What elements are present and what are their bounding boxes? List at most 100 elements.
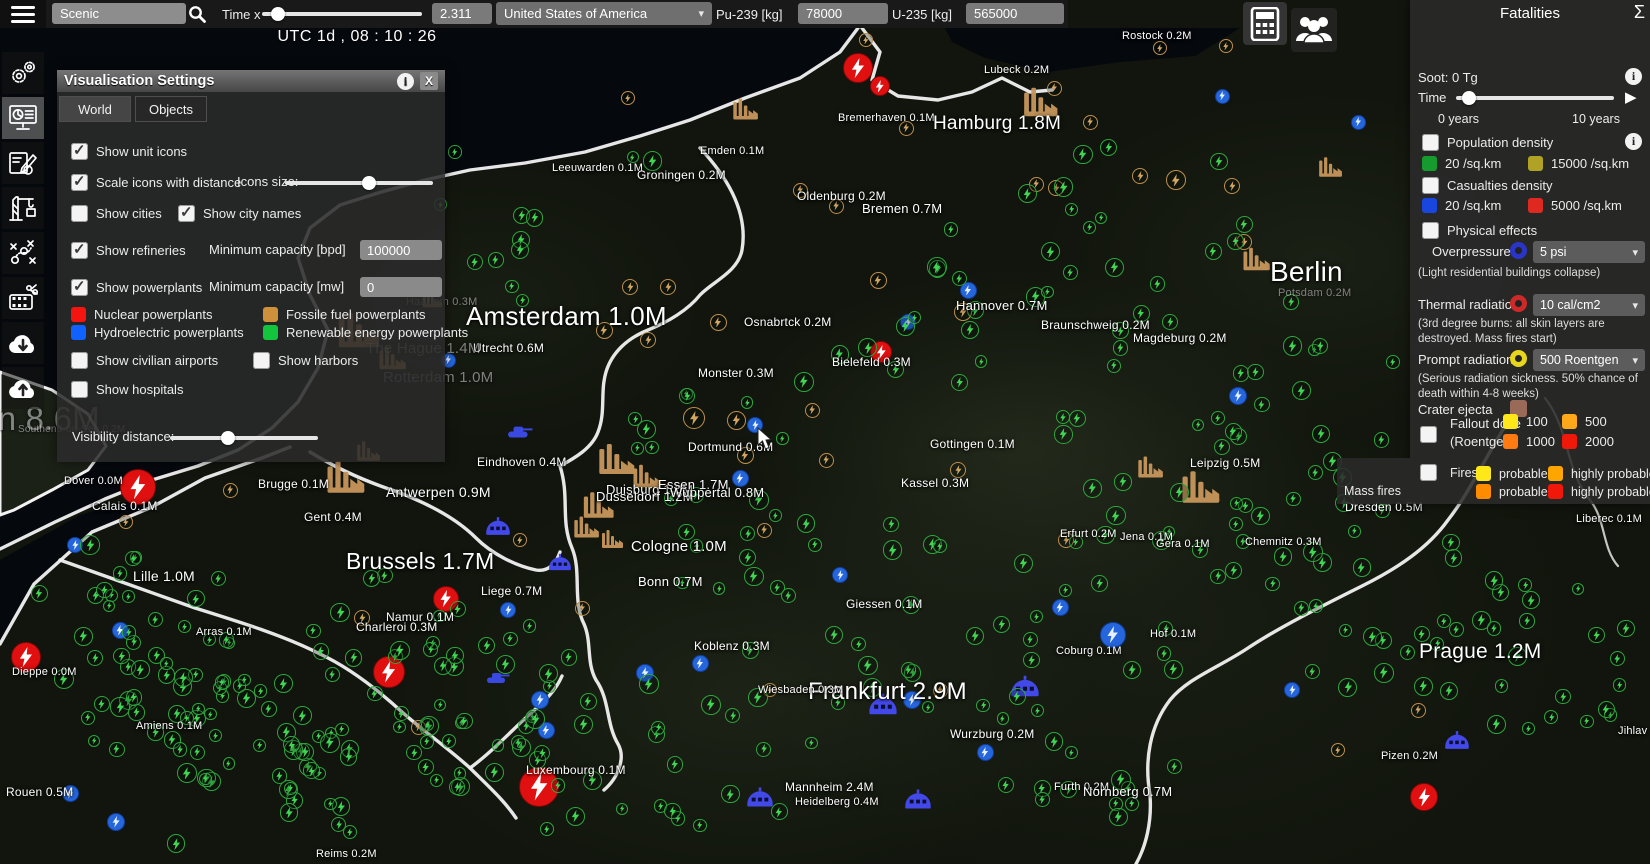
sidebar-item-statistics[interactable] [2,97,44,139]
close-button[interactable]: X [420,72,438,90]
panel-title: Visualisation Settings [64,73,214,89]
crater-ejecta-label: Crater ejecta [1418,402,1492,417]
visibility-distance-slider[interactable] [170,436,318,440]
population-info-button[interactable]: i [1625,133,1642,150]
search-button[interactable] [184,2,210,26]
mouse-cursor [757,427,774,451]
chevron-down-icon: ▾ [698,7,704,20]
pu239-input[interactable]: 78000 [798,3,888,24]
panel-titlebar[interactable]: Visualisation Settings i X [57,70,445,92]
calculator-icon [1250,7,1280,41]
fossil-color-swatch [263,307,278,322]
menu-button[interactable] [0,0,46,28]
time-max-label: 10 years [1572,112,1620,126]
mass-fires-highly-swatch [1548,484,1563,499]
fallout-2000: 2000 [1562,434,1614,449]
scale-icons-row: Scale icons with distance [71,174,241,191]
sigma-icon[interactable]: Σ [1634,2,1645,23]
show-cities-row: Show cities [71,205,162,222]
u235-input[interactable]: 565000 [966,3,1064,24]
cas-density-high: 5000 /sq.km [1528,198,1622,213]
sidebar-item-settings[interactable] [2,52,44,94]
fallout-1000: 1000 [1503,434,1555,449]
simulation-clock: UTC 1d , 08 : 10 : 26 [252,28,462,46]
mass-fires-highly-probable: highly probable [1548,484,1650,499]
tab-world[interactable]: World [59,96,131,122]
overpressure-select[interactable]: 5 psi▾ [1533,241,1645,263]
scale-icons-checkbox[interactable] [71,174,88,191]
visibility-distance-label: Visibility distance: [72,429,174,444]
min-mw-input[interactable]: 0 [360,277,442,297]
tab-objects[interactable]: Objects [135,96,207,122]
show-harbors-row: Show harbors [253,352,358,369]
time-multiplier-slider[interactable] [262,12,422,16]
film-scissors-icon [8,283,38,313]
plan-edit-icon [8,148,38,178]
pop-high-swatch [1528,156,1543,171]
sidebar-item-construction[interactable] [2,187,44,229]
prompt-radiation-select[interactable]: 500 Roentgen▾ [1533,349,1645,371]
min-bpd-input[interactable]: 100000 [360,240,442,260]
sidebar-item-video-editor[interactable] [2,277,44,319]
mass-fires-label: Mass fires [1344,484,1401,498]
fallout-500: 500 [1562,414,1607,429]
time-multiplier-value[interactable]: 2.311 [432,3,492,24]
show-hospitals-checkbox[interactable] [71,381,88,398]
legend-renewable: Renewable energy powerplants [263,325,468,340]
thermal-select[interactable]: 10 cal/cm2▾ [1533,294,1645,316]
play-icon[interactable]: ▶ [1625,88,1637,106]
fires-highly-probable: highly probable [1548,466,1650,481]
prompt-label: Prompt radiation [1418,352,1513,367]
show-harbors-checkbox[interactable] [253,352,270,369]
fallout-dose-checkbox[interactable] [1420,426,1437,443]
people-icon [1295,15,1333,45]
show-unit-icons-checkbox[interactable] [71,143,88,160]
fatalities-title: Fatalities [1410,0,1650,26]
physical-effects-row: Physical effects [1422,222,1537,239]
fires-checkbox[interactable] [1420,464,1437,481]
show-city-names-checkbox[interactable] [178,205,195,222]
icons-size-slider[interactable] [285,181,433,185]
gear-icon [8,58,38,88]
casualties-density-checkbox[interactable] [1422,177,1439,194]
de-be-border [560,466,621,790]
show-refineries-checkbox[interactable] [71,242,88,259]
soot-readout: Soot: 0 Tg [1418,70,1478,85]
top-toolbar: Scenic Time x 2.311 United States of Ame… [0,0,1068,28]
fallout-1000-swatch [1503,434,1518,449]
fallout-100-swatch [1503,414,1518,429]
sidebar-item-cloud-download[interactable] [2,322,44,364]
scenario-name-input[interactable]: Scenic [52,3,186,24]
population-button[interactable] [1291,8,1337,52]
fatalities-panel: Fatalities Σ Soot: 0 Tg i Time ▶ 0 years… [1410,0,1650,504]
be-fr-border [60,560,562,768]
sidebar-item-scenario-editor[interactable] [2,142,44,184]
fires-label: Fires [1450,466,1478,480]
show-airports-checkbox[interactable] [71,352,88,369]
show-powerplants-row: Show powerplants [71,279,202,296]
show-unit-icons-row: Show unit icons [71,143,187,160]
nl-be-border [310,452,560,570]
calculator-button[interactable] [1243,2,1287,45]
mass-fires-probable-swatch [1476,484,1491,499]
legend-fossil: Fossile fuel powerplants [263,307,425,322]
sidebar-item-strategy[interactable] [2,232,44,274]
population-density-checkbox[interactable] [1422,134,1439,151]
thermal-note: (3rd degree burns: all skin layers are d… [1418,317,1646,347]
soot-info-button[interactable]: i [1625,68,1642,85]
thermal-ring-icon [1510,295,1527,312]
soot-time-slider[interactable] [1456,96,1614,100]
cas-density-low: 20 /sq.km [1422,198,1501,213]
show-cities-checkbox[interactable] [71,205,88,222]
strategy-plan-icon [8,238,38,268]
show-powerplants-checkbox[interactable] [71,279,88,296]
info-button[interactable]: i [397,73,414,90]
time-x-label: Time x [222,7,261,22]
fr-lux-border [470,768,516,818]
country-select[interactable]: United States of America▾ [496,2,712,25]
pu239-label: Pu-239 [kg] [716,7,783,22]
sidebar-item-cloud-upload[interactable] [2,367,44,409]
statistics-monitor-icon [8,103,38,133]
physical-effects-checkbox[interactable] [1422,222,1439,239]
show-refineries-row: Show refineries [71,242,186,259]
